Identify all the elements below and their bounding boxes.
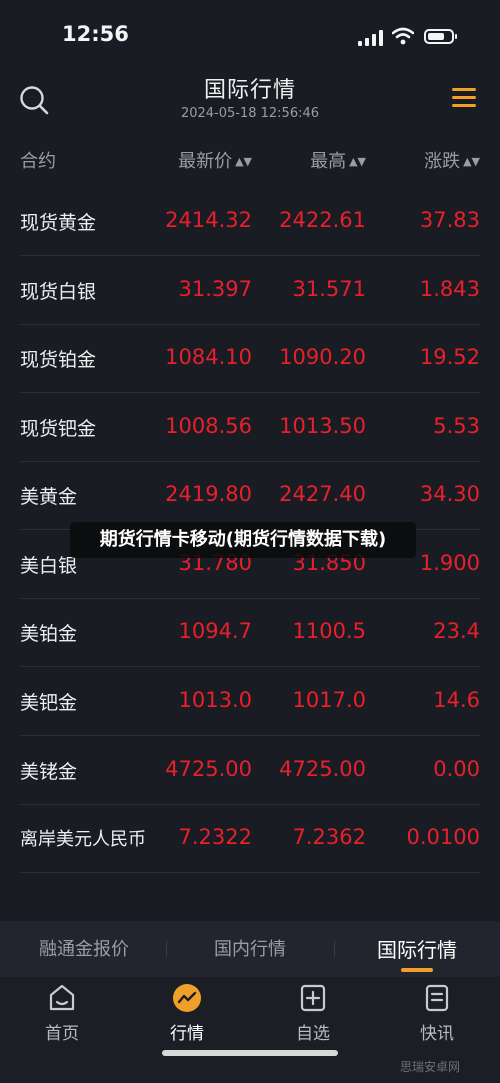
tab-quotes[interactable]: 行情 <box>142 983 232 1044</box>
sort-icon: ▲▼ <box>463 155 480 168</box>
battery-icon <box>424 29 457 44</box>
latest-price: 2414.32 <box>165 208 252 232</box>
high-price: 7.2362 <box>292 825 366 849</box>
price-change: 0.0100 <box>406 825 480 849</box>
latest-price: 7.2322 <box>178 825 252 849</box>
column-latest-price-label: 最新价 <box>178 151 233 172</box>
segment-divider <box>166 941 167 957</box>
contract-name: 美钯金 <box>20 692 78 714</box>
contract-name: 现货黄金 <box>20 212 97 234</box>
latest-price: 1084.10 <box>165 345 252 369</box>
tab-international-market[interactable]: 国际行情 <box>356 934 478 963</box>
trend-chart-icon <box>173 984 201 1012</box>
price-change: 37.83 <box>419 208 480 232</box>
tab-quotes-label: 行情 <box>170 1024 204 1044</box>
market-segment-tabs: 融通金报价 国内行情 国际行情 <box>0 921 500 977</box>
latest-price: 1094.7 <box>178 619 252 643</box>
contract-name: 美铑金 <box>20 761 78 783</box>
page-title: 国际行情 <box>203 78 296 103</box>
table-row[interactable]: 现货铂金 1084.10 1090.20 19.52 <box>0 325 500 393</box>
price-change: 5.53 <box>433 414 480 438</box>
table-row[interactable]: 现货钯金 1008.56 1013.50 5.53 <box>0 394 500 462</box>
row-divider <box>20 255 480 256</box>
latest-price: 31.397 <box>178 277 252 301</box>
segment-divider <box>334 941 335 957</box>
tab-news-label: 快讯 <box>420 1024 454 1044</box>
home-indicator[interactable] <box>162 1050 338 1056</box>
site-watermark: 思瑞安卓网 <box>400 1060 461 1074</box>
price-change: 23.4 <box>433 619 480 643</box>
tab-rongtong-quote[interactable]: 融通金报价 <box>24 935 144 961</box>
status-bar: 12:56 <box>0 0 500 72</box>
overlay-caption: 期货行情卡移动(期货行情数据下载) <box>70 522 416 558</box>
price-change: 34.30 <box>419 482 480 506</box>
contract-name: 美黄金 <box>20 486 78 508</box>
active-tab-indicator <box>401 968 433 972</box>
page-header: 国际行情 2024-05-18 12:56:46 <box>0 72 500 132</box>
high-price: 1090.20 <box>279 345 366 369</box>
cellular-signal-icon <box>358 30 384 46</box>
row-divider <box>20 392 480 393</box>
price-change: 1.900 <box>419 551 480 575</box>
add-watchlist-icon <box>300 984 326 1012</box>
price-change: 19.52 <box>419 345 480 369</box>
sort-icon: ▲▼ <box>235 155 252 168</box>
tab-watchlist-label: 自选 <box>296 1024 330 1044</box>
price-change: 0.00 <box>433 757 480 781</box>
tab-home[interactable]: 首页 <box>17 983 107 1044</box>
latest-price: 1008.56 <box>165 414 252 438</box>
high-price: 4725.00 <box>279 757 366 781</box>
row-divider <box>20 872 480 873</box>
page-timestamp: 2024-05-18 12:56:46 <box>180 106 320 121</box>
status-time: 12:56 <box>62 22 129 46</box>
wifi-icon <box>392 27 414 45</box>
contract-name: 现货白银 <box>20 281 97 303</box>
tab-domestic-market[interactable]: 国内行情 <box>190 935 310 961</box>
contract-name: 美铂金 <box>20 623 78 645</box>
table-row[interactable]: 离岸美元人民币 7.2322 7.2362 0.0100 <box>0 805 500 873</box>
high-price: 1100.5 <box>292 619 366 643</box>
contract-name: 离岸美元人民币 <box>20 829 146 850</box>
table-row[interactable]: 美铑金 4725.00 4725.00 0.00 <box>0 737 500 805</box>
table-row[interactable]: 现货黄金 2414.32 2422.61 37.83 <box>0 188 500 256</box>
tab-watchlist[interactable]: 自选 <box>268 983 358 1044</box>
high-price: 2422.61 <box>279 208 366 232</box>
price-change: 14.6 <box>433 688 480 712</box>
home-icon <box>49 984 75 1011</box>
contract-name: 现货铂金 <box>20 349 97 371</box>
latest-price: 4725.00 <box>165 757 252 781</box>
column-high-label: 最高 <box>310 151 347 172</box>
table-row[interactable]: 美钯金 1013.0 1017.0 14.6 <box>0 668 500 736</box>
table-header: 合约 最新价 ▲▼ 最高 ▲▼ 涨跌 ▲▼ <box>0 140 500 180</box>
news-doc-icon <box>425 984 449 1012</box>
sort-icon: ▲▼ <box>349 155 366 168</box>
high-price: 31.571 <box>292 277 366 301</box>
high-price: 2427.40 <box>279 482 366 506</box>
hamburger-menu-icon[interactable] <box>452 86 478 110</box>
table-row[interactable]: 美黄金 2419.80 2427.40 34.30 <box>0 462 500 530</box>
latest-price: 2419.80 <box>165 482 252 506</box>
contract-name: 美白银 <box>20 555 78 577</box>
high-price: 1013.50 <box>279 414 366 438</box>
row-divider <box>20 666 480 667</box>
column-contract: 合约 <box>20 151 56 172</box>
column-change-label: 涨跌 <box>424 151 461 172</box>
price-change: 1.843 <box>419 277 480 301</box>
row-divider <box>20 735 480 736</box>
table-row[interactable]: 美铂金 1094.7 1100.5 23.4 <box>0 599 500 667</box>
table-row[interactable]: 现货白银 31.397 31.571 1.843 <box>0 257 500 325</box>
contract-name: 现货钯金 <box>20 418 97 440</box>
column-high[interactable]: 最高 ▲▼ <box>310 147 366 173</box>
column-change[interactable]: 涨跌 ▲▼ <box>424 147 480 173</box>
tab-news[interactable]: 快讯 <box>392 983 482 1044</box>
latest-price: 1013.0 <box>178 688 252 712</box>
column-latest-price[interactable]: 最新价 ▲▼ <box>178 147 252 173</box>
tab-home-label: 首页 <box>45 1024 79 1044</box>
high-price: 1017.0 <box>292 688 366 712</box>
